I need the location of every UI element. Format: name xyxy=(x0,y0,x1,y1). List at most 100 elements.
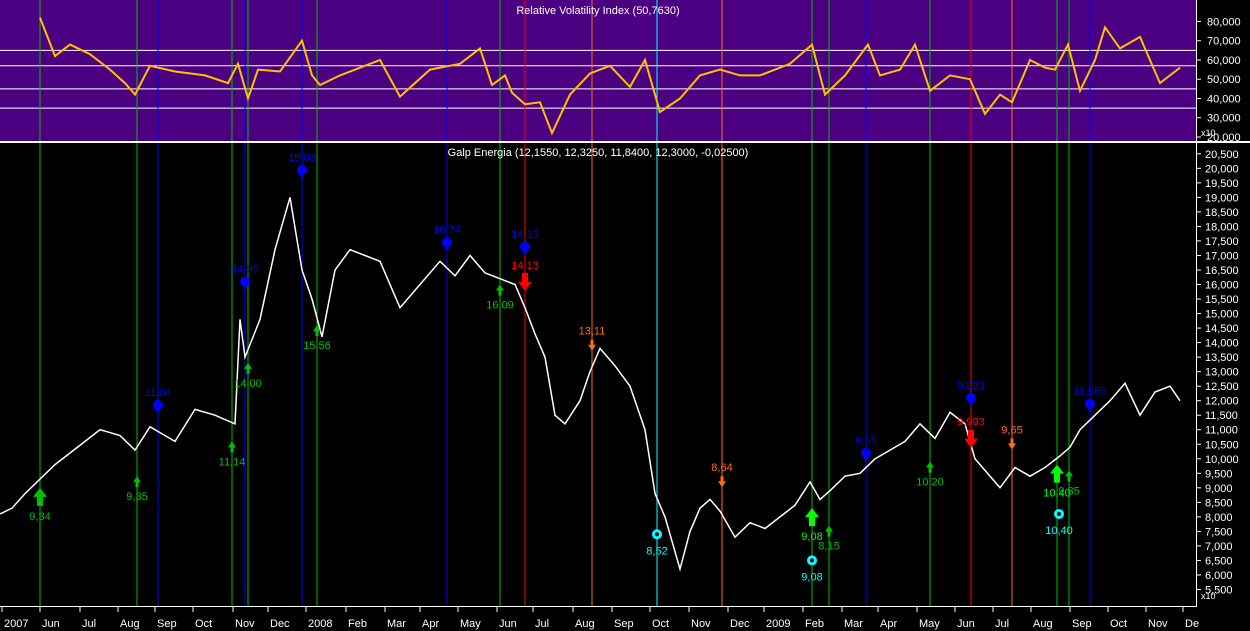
x-tick-label: May xyxy=(460,618,481,630)
signal-label: 9,65 xyxy=(855,435,876,447)
signal-label: 10,40 xyxy=(1045,525,1073,537)
signal-label: 14,13 xyxy=(511,229,539,241)
rvi-title: Relative Volatility Index (50,7630) xyxy=(516,5,679,17)
x-tick-label: Aug xyxy=(575,618,595,630)
price-y-tick-label: 16,500 xyxy=(1205,265,1239,277)
x-tick-label: Jun xyxy=(42,618,60,630)
price-y-tick-label: 11,000 xyxy=(1205,425,1238,437)
signal-label: 8,64 xyxy=(711,462,732,474)
x-tick-label: Dec xyxy=(270,618,290,630)
signal-label: 9,34 xyxy=(29,511,50,523)
price-y-tick-label: 20,000 xyxy=(1205,163,1239,175)
y-axis-line xyxy=(1196,0,1197,607)
x-tick-label: Jul xyxy=(995,618,1009,630)
signal-label: 9,65 xyxy=(1001,424,1022,436)
price-y-tick-label: 15,500 xyxy=(1205,294,1239,306)
x-tick-label: Nov xyxy=(691,618,711,630)
price-y-tick-label: 13,000 xyxy=(1205,367,1239,379)
price-y-tick-label: 9,000 xyxy=(1205,483,1233,495)
rvi-y-tick-label: 40,000 xyxy=(1207,93,1241,105)
signal-label: 15,56 xyxy=(303,340,331,352)
x-tick-label: Apr xyxy=(880,618,897,630)
signal-label: 9,993 xyxy=(957,380,985,392)
signal-label: 9,35 xyxy=(1058,485,1079,497)
signal-label: 16,74 xyxy=(433,224,461,236)
x-tick-label: Nov xyxy=(1148,618,1168,630)
x-tick-label: Dec xyxy=(730,618,750,630)
x-tick-label: Feb xyxy=(805,618,824,630)
price-y-tick-label: 14,500 xyxy=(1205,323,1239,335)
signal-label: 11,085 xyxy=(1074,386,1107,398)
signal-label: 16,09 xyxy=(486,300,514,312)
price-y-tick-label: 10,500 xyxy=(1205,439,1239,451)
signal-label: 9,08 xyxy=(801,571,822,583)
x-tick-label: Jun xyxy=(957,618,975,630)
signal-label: 14,95 xyxy=(231,264,259,276)
price-y-tick-label: 6,000 xyxy=(1205,570,1233,582)
price-y-tick-label: 9,500 xyxy=(1205,468,1233,480)
x-tick-label: Oct xyxy=(195,618,212,630)
rvi-multiplier-label: x10 xyxy=(1201,128,1216,138)
price-y-tick-label: 7,500 xyxy=(1205,526,1233,538)
x-tick-label: Oct xyxy=(652,618,669,630)
skull-marker-eye xyxy=(655,532,659,537)
signal-label: 14,13 xyxy=(511,260,539,272)
price-title: Galp Energia (12,1550, 12,3250, 11,8400,… xyxy=(448,147,749,159)
x-tick-label: 2008 xyxy=(308,618,332,630)
price-y-tick-label: 19,500 xyxy=(1205,178,1239,190)
x-tick-label: Aug xyxy=(120,618,140,630)
x-tick-label: De xyxy=(1185,618,1199,630)
price-y-tick-label: 14,000 xyxy=(1205,338,1239,350)
x-tick-label: Sep xyxy=(157,618,177,630)
price-y-tick-label: 7,000 xyxy=(1205,541,1233,553)
rvi-y-tick-label: 50,000 xyxy=(1207,74,1241,86)
price-y-tick-label: 17,000 xyxy=(1205,250,1239,262)
signal-label: 8,15 xyxy=(818,541,839,553)
signal-label: 9,35 xyxy=(126,491,147,503)
rvi-y-tick-label: 70,000 xyxy=(1207,36,1241,48)
rvi-y-tick-label: 30,000 xyxy=(1207,113,1241,125)
price-y-tick-label: 19,000 xyxy=(1205,192,1239,204)
signal-label: 19,03 xyxy=(288,152,316,164)
signal-label: 10,20 xyxy=(916,477,944,489)
x-tick-label: Mar xyxy=(844,618,863,630)
stock-chart: Relative Volatility Index (50,7630) 80,0… xyxy=(0,0,1250,631)
x-tick-label: 2007 xyxy=(4,618,28,630)
x-tick-label: Jul xyxy=(82,618,96,630)
skull-marker-eye xyxy=(810,558,814,563)
price-y-tick-label: 8,500 xyxy=(1205,497,1233,509)
x-tick-label: Aug xyxy=(1033,618,1053,630)
price-y-tick-label: 12,500 xyxy=(1205,381,1239,393)
x-tick-label: Sep xyxy=(1072,618,1092,630)
rvi-panel: Relative Volatility Index (50,7630) 80,0… xyxy=(0,0,1241,144)
price-y-tick-label: 15,000 xyxy=(1205,309,1239,321)
x-tick-label: Apr xyxy=(422,618,439,630)
x-tick-label: May xyxy=(919,618,940,630)
price-y-tick-label: 13,500 xyxy=(1205,352,1239,364)
signal-label: 11,14 xyxy=(219,456,246,468)
signal-label: 14,00 xyxy=(234,378,262,390)
x-tick-label: Jul xyxy=(535,618,549,630)
x-tick-label: Oct xyxy=(1110,618,1127,630)
price-y-tick-label: 17,500 xyxy=(1205,236,1239,248)
price-y-tick-label: 10,000 xyxy=(1205,454,1239,466)
x-axis-line xyxy=(0,606,1196,607)
rvi-y-tick-label: 60,000 xyxy=(1207,55,1241,67)
signal-label: 13,11 xyxy=(579,326,606,338)
price-y-tick-label: 12,000 xyxy=(1205,396,1239,408)
price-y-tick-label: 20,500 xyxy=(1205,149,1239,161)
rvi-y-tick-label: 80,000 xyxy=(1207,16,1241,28)
price-y-tick-label: 18,000 xyxy=(1205,221,1239,233)
x-tick-label: Jun xyxy=(499,618,517,630)
price-y-tick-label: 11,500 xyxy=(1205,410,1238,422)
x-tick-label: Mar xyxy=(387,618,406,630)
price-y-tick-label: 6,500 xyxy=(1205,555,1233,567)
price-y-tick-label: 18,500 xyxy=(1205,207,1239,219)
price-multiplier-label: x10 xyxy=(1201,591,1216,601)
x-tick-label: 2009 xyxy=(766,618,790,630)
price-y-tick-label: 8,000 xyxy=(1205,512,1233,524)
signal-label: 8,52 xyxy=(646,545,667,557)
skull-marker-eye xyxy=(1057,511,1061,516)
price-y-tick-label: 16,000 xyxy=(1205,280,1239,292)
x-tick-label: Feb xyxy=(348,618,367,630)
